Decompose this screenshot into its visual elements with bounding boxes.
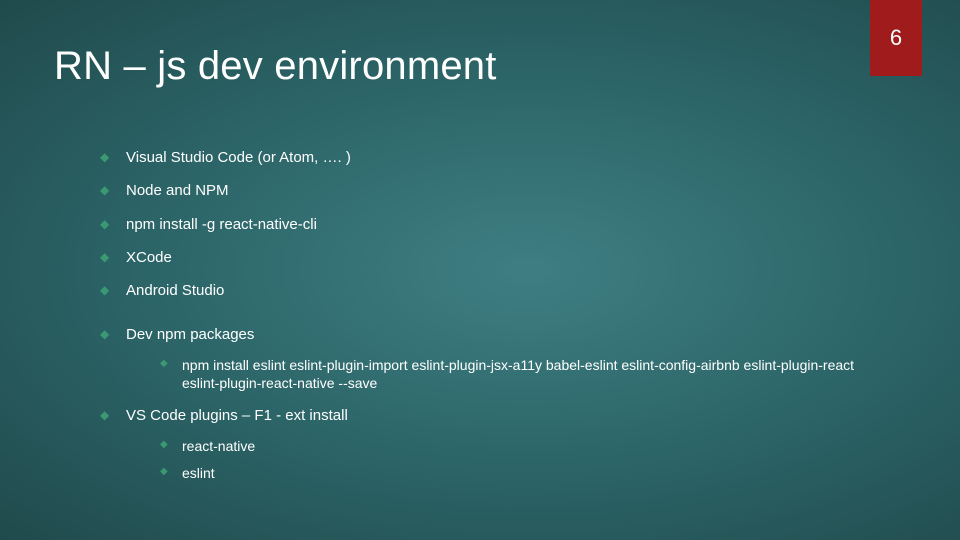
slide-content: Visual Studio Code (or Atom, …. ) Node a… [100, 148, 900, 496]
page-number-text: 6 [890, 25, 902, 51]
bullet-text: Node and NPM [126, 182, 229, 199]
list-item: XCode [100, 248, 900, 268]
bullet-text: eslint [182, 465, 215, 481]
bullet-text: npm install -g react-native-cli [126, 216, 317, 233]
list-item: npm install -g react-native-cli [100, 215, 900, 235]
bullet-text: npm install eslint eslint-plugin-import … [182, 356, 882, 394]
bullet-text: VS Code plugins – F1 - ext install [126, 407, 348, 424]
bullet-text: Visual Studio Code (or Atom, …. ) [126, 149, 351, 166]
page-number-badge: 6 [870, 0, 922, 76]
bullet-text: XCode [126, 249, 172, 266]
list-item: react-native [160, 437, 900, 456]
sub-bullet-list: npm install eslint eslint-plugin-import … [160, 356, 900, 394]
slide: 6 RN – js dev environment Visual Studio … [0, 0, 960, 540]
bullet-text: react-native [182, 438, 255, 454]
bullet-list: Visual Studio Code (or Atom, …. ) Node a… [100, 148, 900, 483]
list-item: VS Code plugins – F1 - ext install react… [100, 406, 900, 483]
list-item: Node and NPM [100, 181, 900, 201]
sub-bullet-list: react-native eslint [160, 437, 900, 484]
bullet-text: Android Studio [126, 282, 224, 299]
list-item: npm install eslint eslint-plugin-import … [160, 356, 900, 394]
list-item: Visual Studio Code (or Atom, …. ) [100, 148, 900, 168]
list-item: eslint [160, 464, 900, 483]
slide-title: RN – js dev environment [54, 44, 497, 89]
bullet-text: Dev npm packages [126, 326, 254, 343]
list-item: Android Studio [100, 281, 900, 301]
list-item: Dev npm packages npm install eslint esli… [100, 325, 900, 393]
